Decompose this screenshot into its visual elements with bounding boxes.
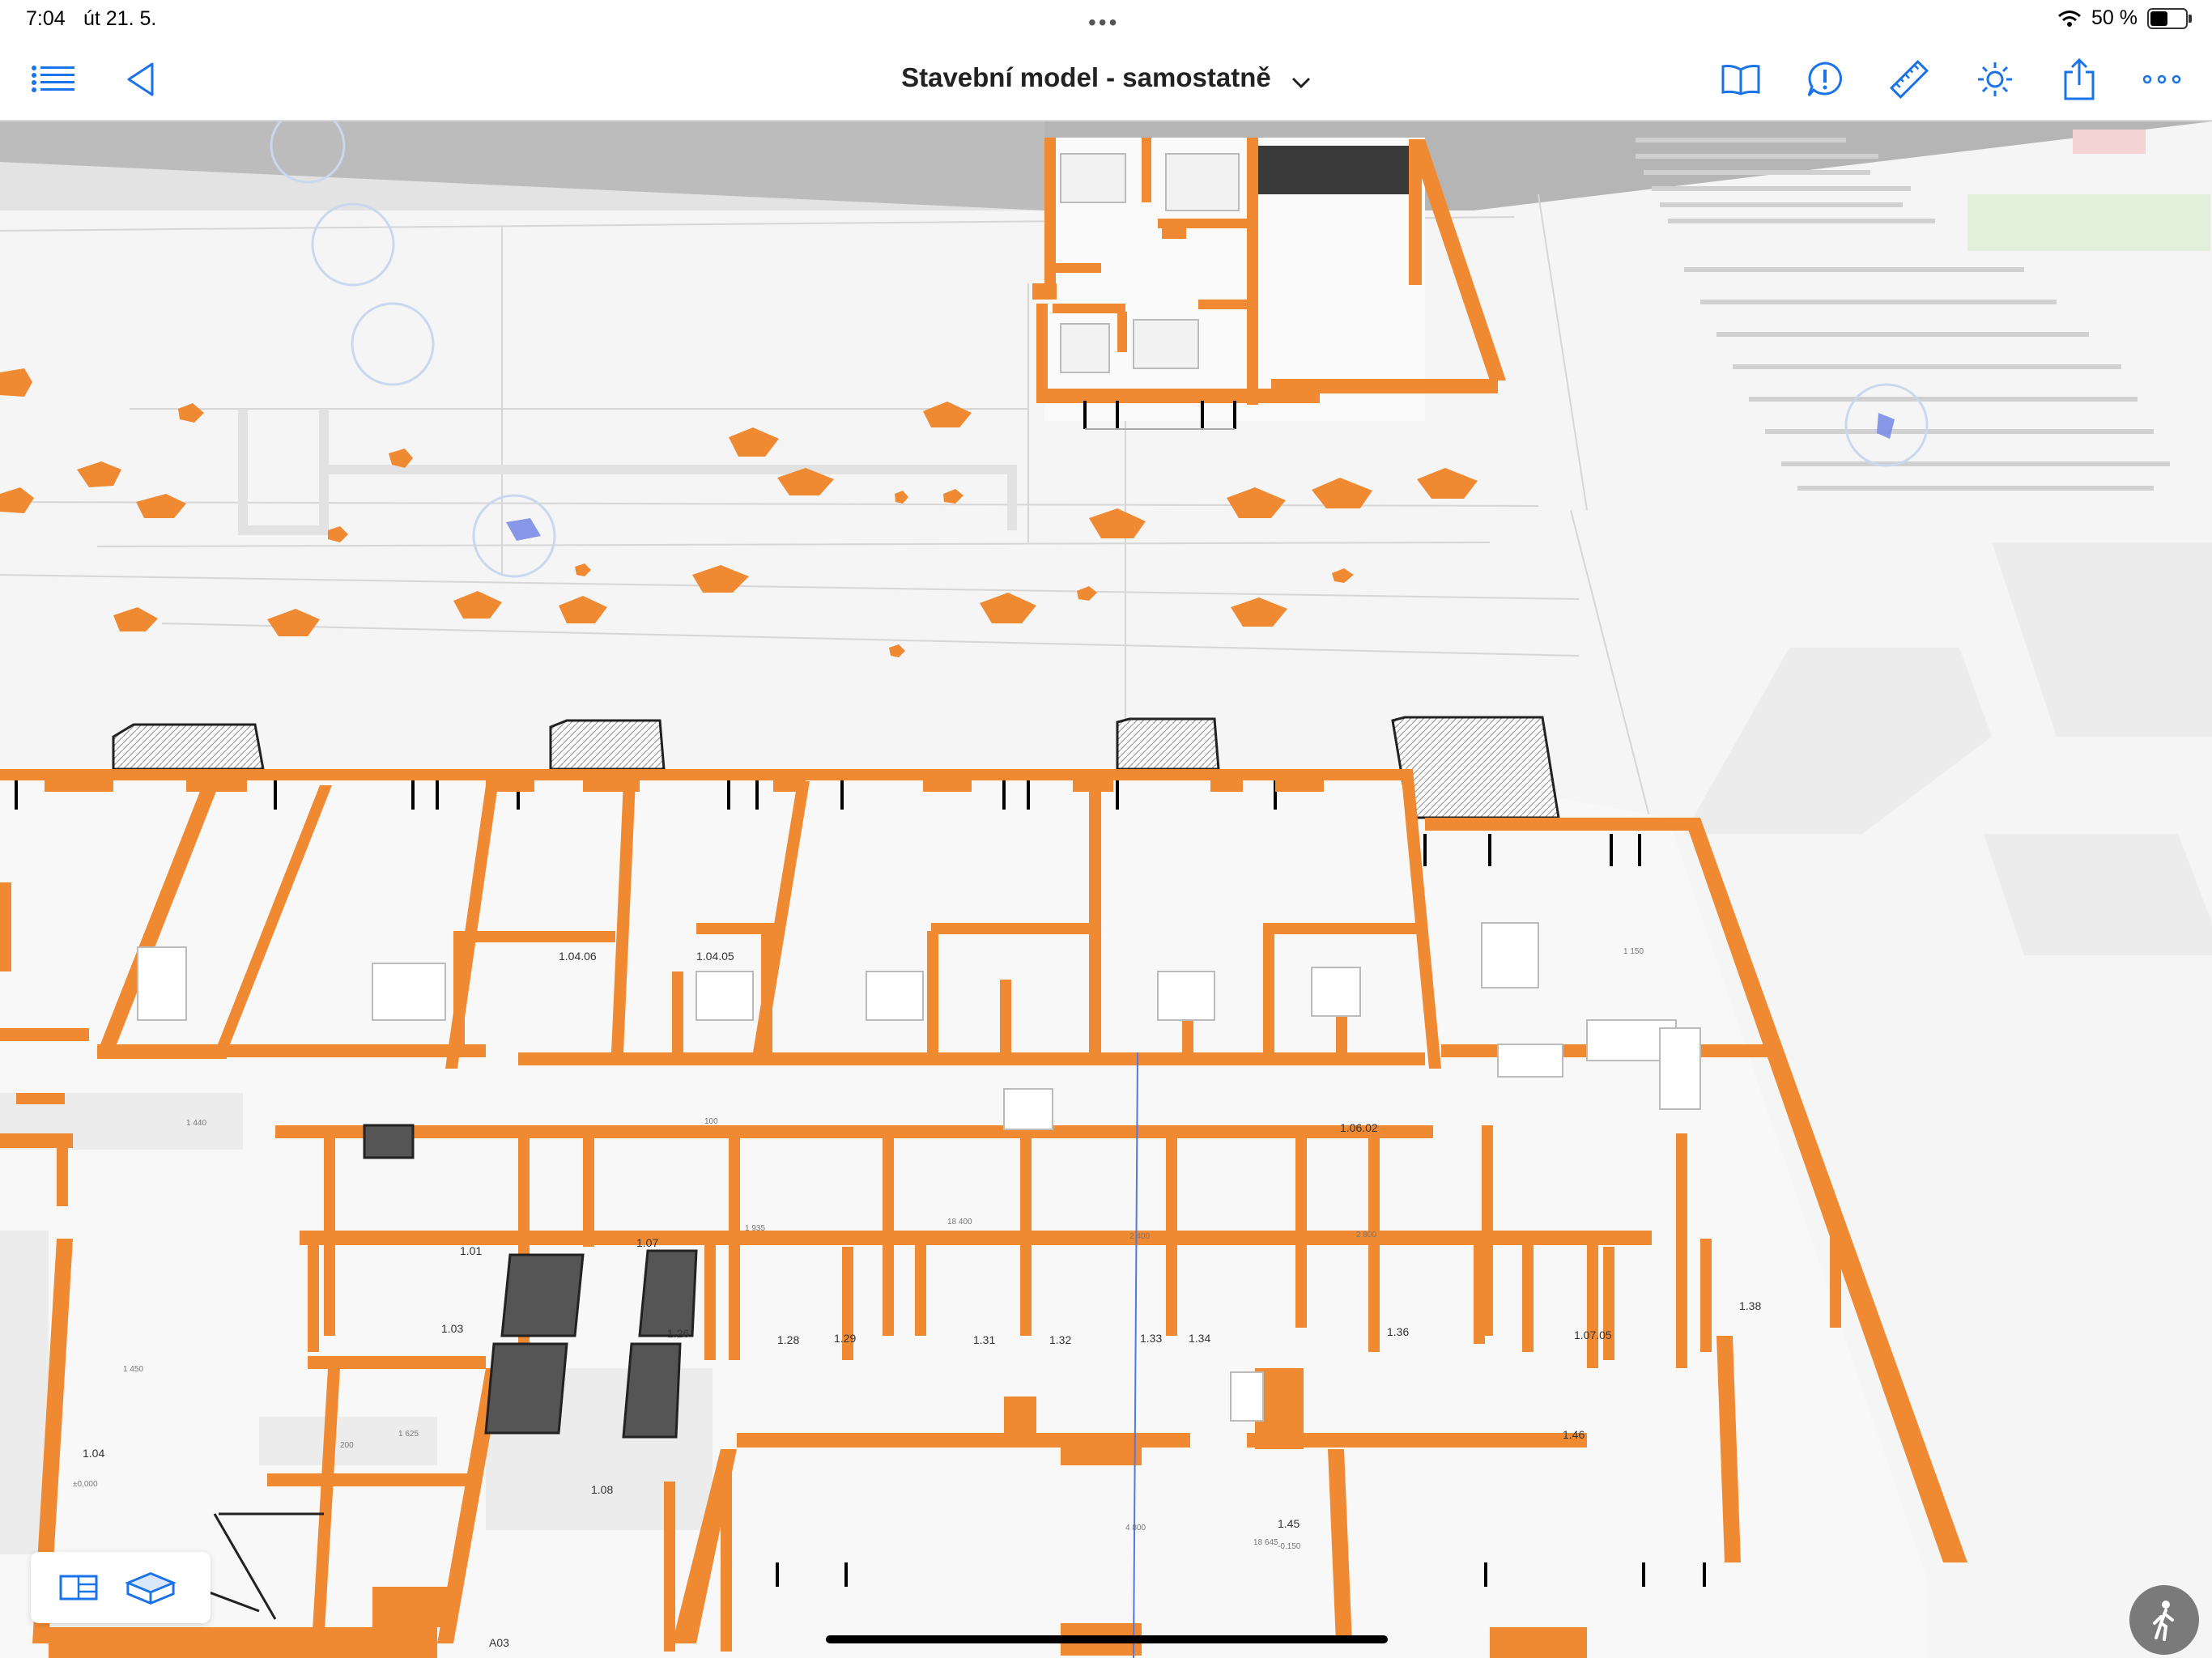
dimension-label: 2 400 [1129, 1232, 1150, 1241]
dimension-label: 1 150 [1623, 947, 1644, 956]
status-time: 7:04 [26, 7, 66, 30]
room-label: 1.04.06 [559, 950, 597, 963]
dimension-label: 1 450 [123, 1365, 143, 1374]
room-label: 1.01 [460, 1244, 482, 1257]
book-icon[interactable] [1716, 55, 1765, 104]
dimension-label: 1 440 [186, 1119, 206, 1128]
3d-box-icon[interactable] [125, 1563, 177, 1612]
room-label: 1.34 [1189, 1332, 1210, 1345]
light-sun-icon[interactable] [1971, 55, 2019, 104]
room-label: 1.26 [667, 1327, 689, 1340]
model-title: Stavební model - samostatně [901, 62, 1271, 92]
wifi-icon [2058, 10, 2081, 27]
status-date: út 21. 5. [83, 7, 157, 30]
upper-building [1032, 138, 1506, 430]
room-label: 1.33 [1140, 1332, 1162, 1345]
toolbar: Stavební model - samostatně [0, 39, 2212, 121]
room-label: 1.04.05 [696, 950, 734, 963]
dimension-label: 200 [340, 1441, 354, 1450]
room-label: 1.03 [441, 1322, 463, 1335]
share-icon[interactable] [2055, 55, 2104, 104]
room-label: 1.36 [1387, 1325, 1409, 1338]
view-mode-toggle [31, 1552, 211, 1623]
dimension-label: 2 800 [1356, 1231, 1376, 1239]
building-model-canvas[interactable]: 1.04.06 1.04.05 1.06.02 1.03 1.26 1.28 1… [0, 121, 2212, 1658]
status-bar: 7:04 út 21. 5. ••• 50 % [0, 0, 2212, 39]
room-label: 1.38 [1739, 1299, 1761, 1312]
battery-icon [2147, 7, 2192, 29]
room-label: 1.46 [1563, 1428, 1585, 1441]
room-label: A03 [489, 1636, 509, 1649]
room-label: 1.31 [973, 1333, 995, 1346]
dimension-label: 1 935 [745, 1224, 765, 1233]
model-viewport[interactable]: 1.04.06 1.04.05 1.06.02 1.03 1.26 1.28 1… [0, 121, 2212, 1658]
room-label: 1.29 [834, 1332, 856, 1345]
dimension-label: 4 800 [1125, 1524, 1146, 1533]
main-building [0, 716, 1967, 1658]
more-icon[interactable] [2138, 55, 2186, 104]
room-label: 1.04 [83, 1447, 104, 1460]
ruler-icon[interactable] [1885, 55, 1933, 104]
dimension-label: 18 400 [947, 1218, 972, 1226]
room-label: 1.32 [1049, 1333, 1071, 1346]
battery-percent: 50 % [2091, 6, 2138, 29]
room-label: 1.28 [777, 1333, 799, 1346]
multitask-dots-icon[interactable]: ••• [1088, 10, 1119, 36]
room-label: 1.06.02 [1340, 1121, 1378, 1134]
walk-person-icon[interactable] [2129, 1585, 2199, 1655]
room-label: 1.08 [591, 1483, 613, 1496]
home-indicator[interactable] [826, 1635, 1388, 1643]
level-label: -0.150 [1278, 1542, 1301, 1551]
dimension-label: 18 645 [1253, 1538, 1278, 1547]
chevron-down-icon [1291, 64, 1311, 95]
model-title-dropdown[interactable]: Stavební model - samostatně [0, 62, 2212, 95]
room-label: 1.07.05 [1574, 1329, 1612, 1341]
issue-alert-icon[interactable] [1801, 55, 1849, 104]
level-label: ±0,000 [73, 1480, 98, 1489]
2d-sheet-icon[interactable] [53, 1563, 105, 1612]
room-label: 1.07 [636, 1236, 658, 1249]
dimension-label: 100 [704, 1117, 718, 1126]
room-label: 1.45 [1278, 1517, 1300, 1530]
status-right: 50 % [2057, 6, 2192, 30]
dimension-label: 1 625 [398, 1430, 419, 1439]
